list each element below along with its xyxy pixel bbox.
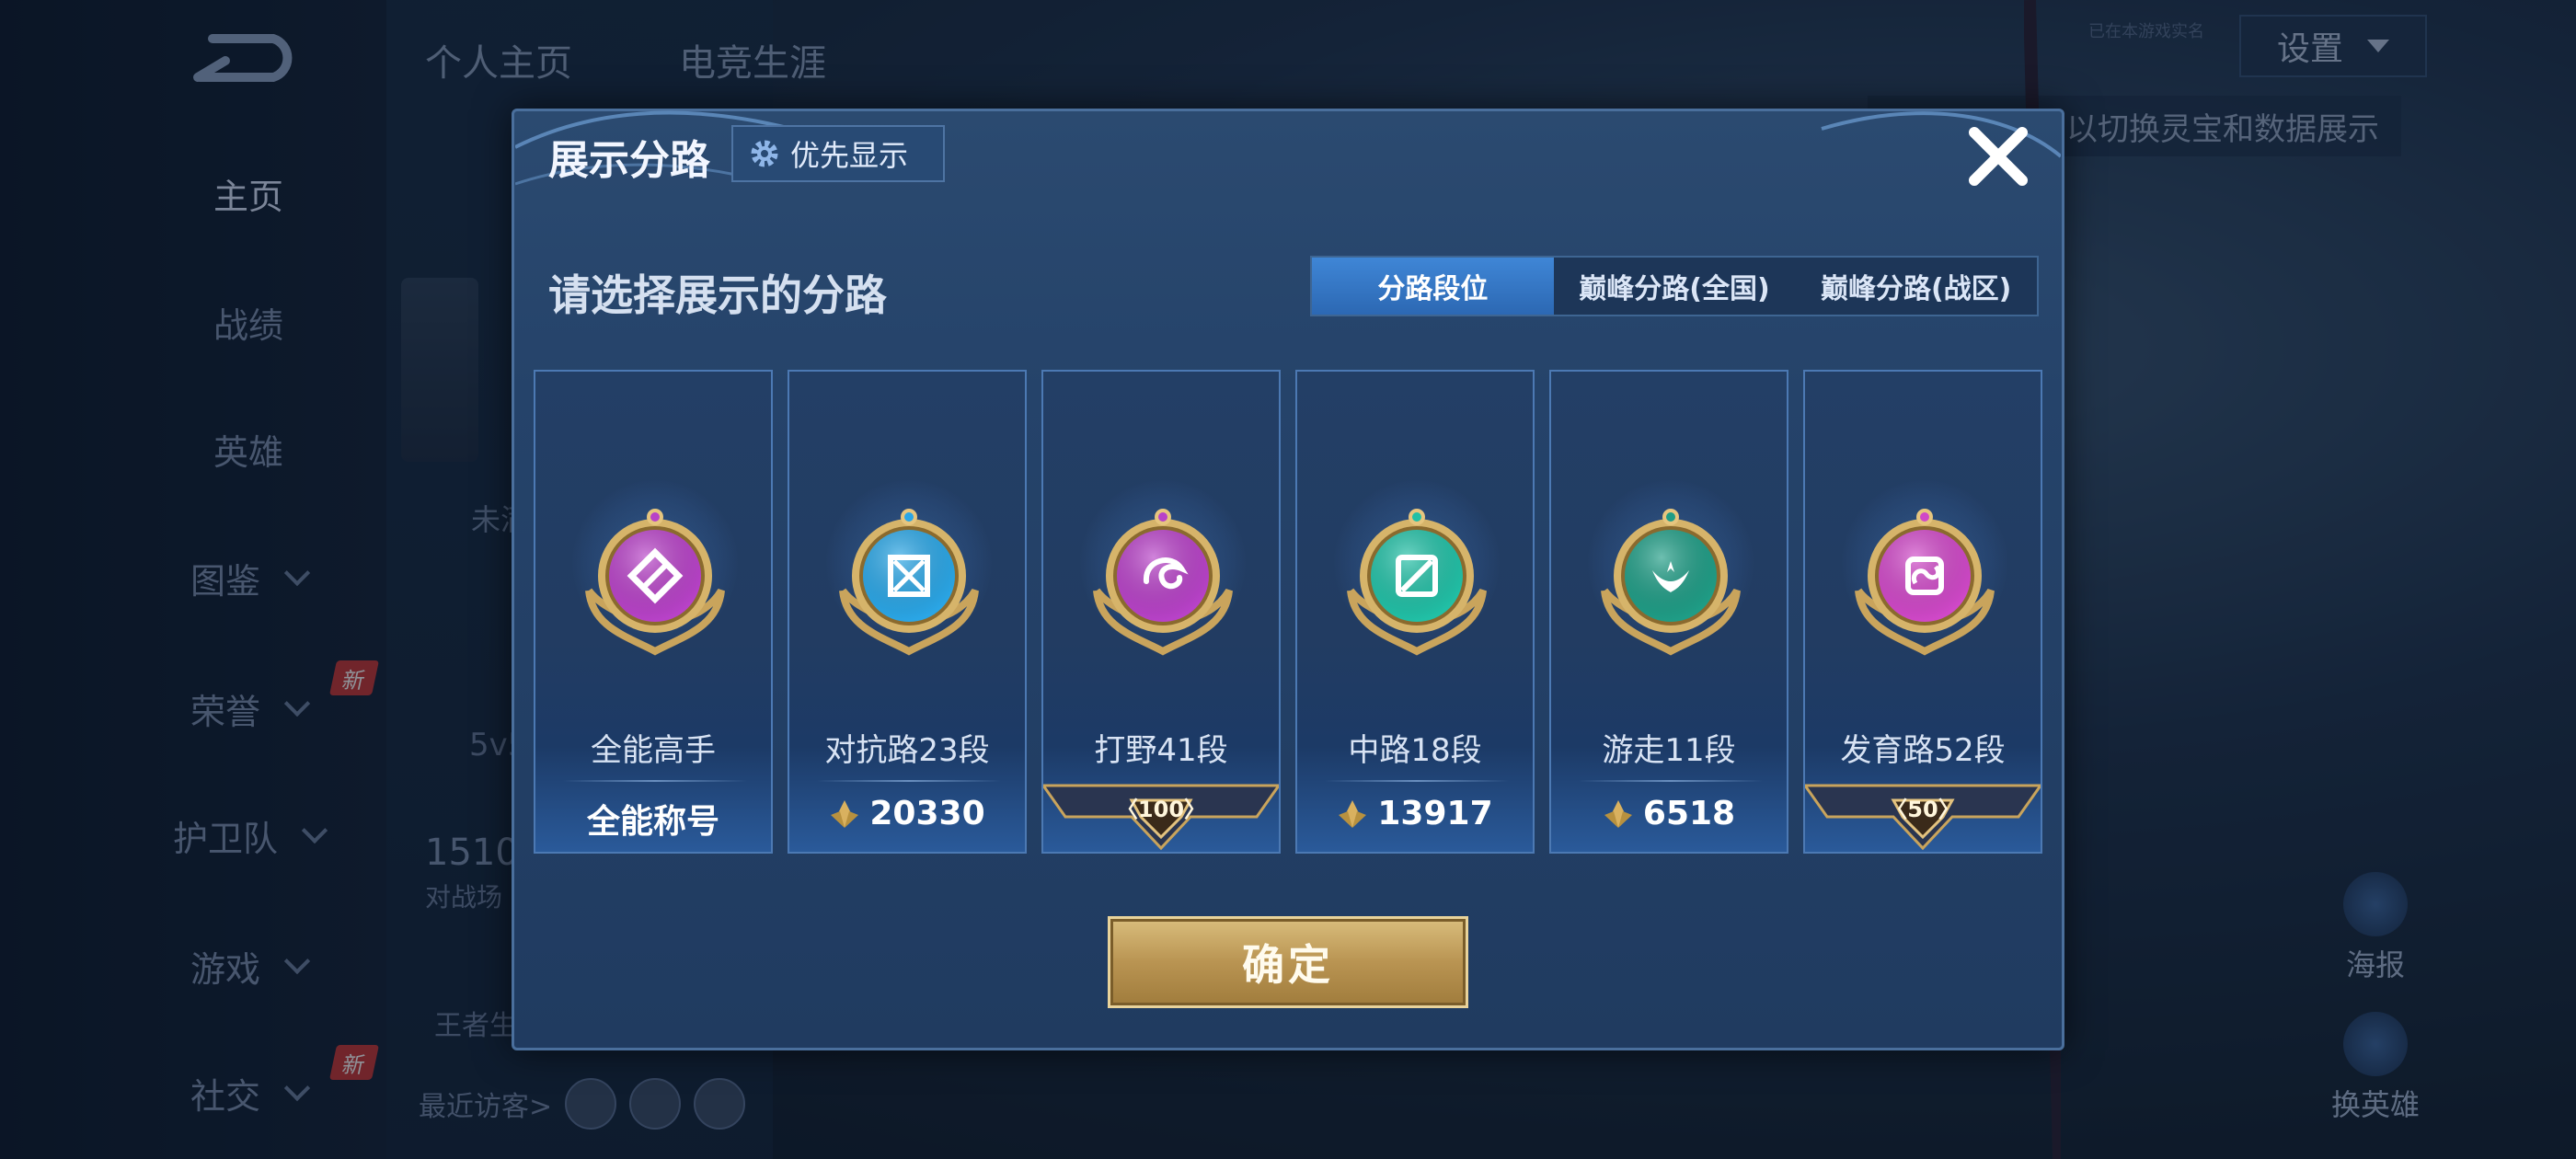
lane-card[interactable]: 游走11段 6518: [1549, 370, 1788, 854]
priority-display-label: 优先显示: [790, 138, 909, 173]
lane-rank-label: 中路18段: [1348, 732, 1482, 769]
close-icon[interactable]: [1961, 120, 2035, 193]
peak-points-icon: [831, 799, 859, 828]
roam-icon: [1601, 509, 1741, 656]
peak-points-icon: [1604, 799, 1632, 828]
card-divider: [1325, 780, 1509, 782]
confirm-label: 确定: [1242, 940, 1334, 990]
lane-rank-label: 全能高手: [591, 732, 716, 769]
farm-lane-icon: [1855, 509, 1995, 656]
jungle-icon: [1093, 509, 1233, 656]
peak-points-value: 6518: [1642, 795, 1736, 832]
title-value: 全能称号: [586, 803, 719, 841]
card-divider: [817, 780, 1001, 782]
mid-lane-icon: [1347, 509, 1487, 656]
lane-card[interactable]: 对抗路23段 20330: [788, 370, 1027, 854]
card-divider: [1579, 780, 1763, 782]
priority-display-button[interactable]: 优先显示: [731, 125, 945, 182]
lane-rank-label: 打野41段: [1094, 732, 1228, 769]
tab-peak-lane-national[interactable]: 巅峰分路(全国): [1554, 258, 1796, 315]
confirm-button[interactable]: 确定: [1108, 916, 1468, 1008]
dialog-title: 展示分路: [548, 137, 710, 184]
gear-icon: [751, 140, 778, 167]
lane-rank-label: 发育路52段: [1840, 732, 2006, 769]
peak-points-value: 20330: [869, 795, 985, 832]
lane-card[interactable]: 发育路52段〈50〉: [1803, 370, 2042, 854]
lane-rank-label: 游走11段: [1602, 732, 1736, 769]
lane-card[interactable]: 打野41段〈100〉: [1041, 370, 1281, 854]
tab-lane-rank[interactable]: 分路段位: [1312, 258, 1554, 315]
peak-points-icon: [1339, 799, 1367, 828]
lane-card[interactable]: 全能高手 全能称号: [534, 370, 773, 854]
clash-lane-icon: [839, 509, 979, 656]
level-number: 〈50〉: [1885, 797, 1961, 822]
segment-tabs: 分路段位 巅峰分路(全国) 巅峰分路(战区): [1310, 256, 2039, 316]
peak-points-value: 13917: [1377, 795, 1493, 832]
lane-card[interactable]: 中路18段 13917: [1295, 370, 1535, 854]
card-divider: [563, 780, 747, 782]
tab-peak-lane-region[interactable]: 巅峰分路(战区): [1795, 258, 2037, 315]
level-number: 〈100〉: [1115, 797, 1207, 822]
allround-icon: [585, 509, 725, 656]
dialog-subtitle: 请选择展示的分路: [548, 270, 887, 320]
lane-rank-label: 对抗路23段: [824, 732, 990, 769]
